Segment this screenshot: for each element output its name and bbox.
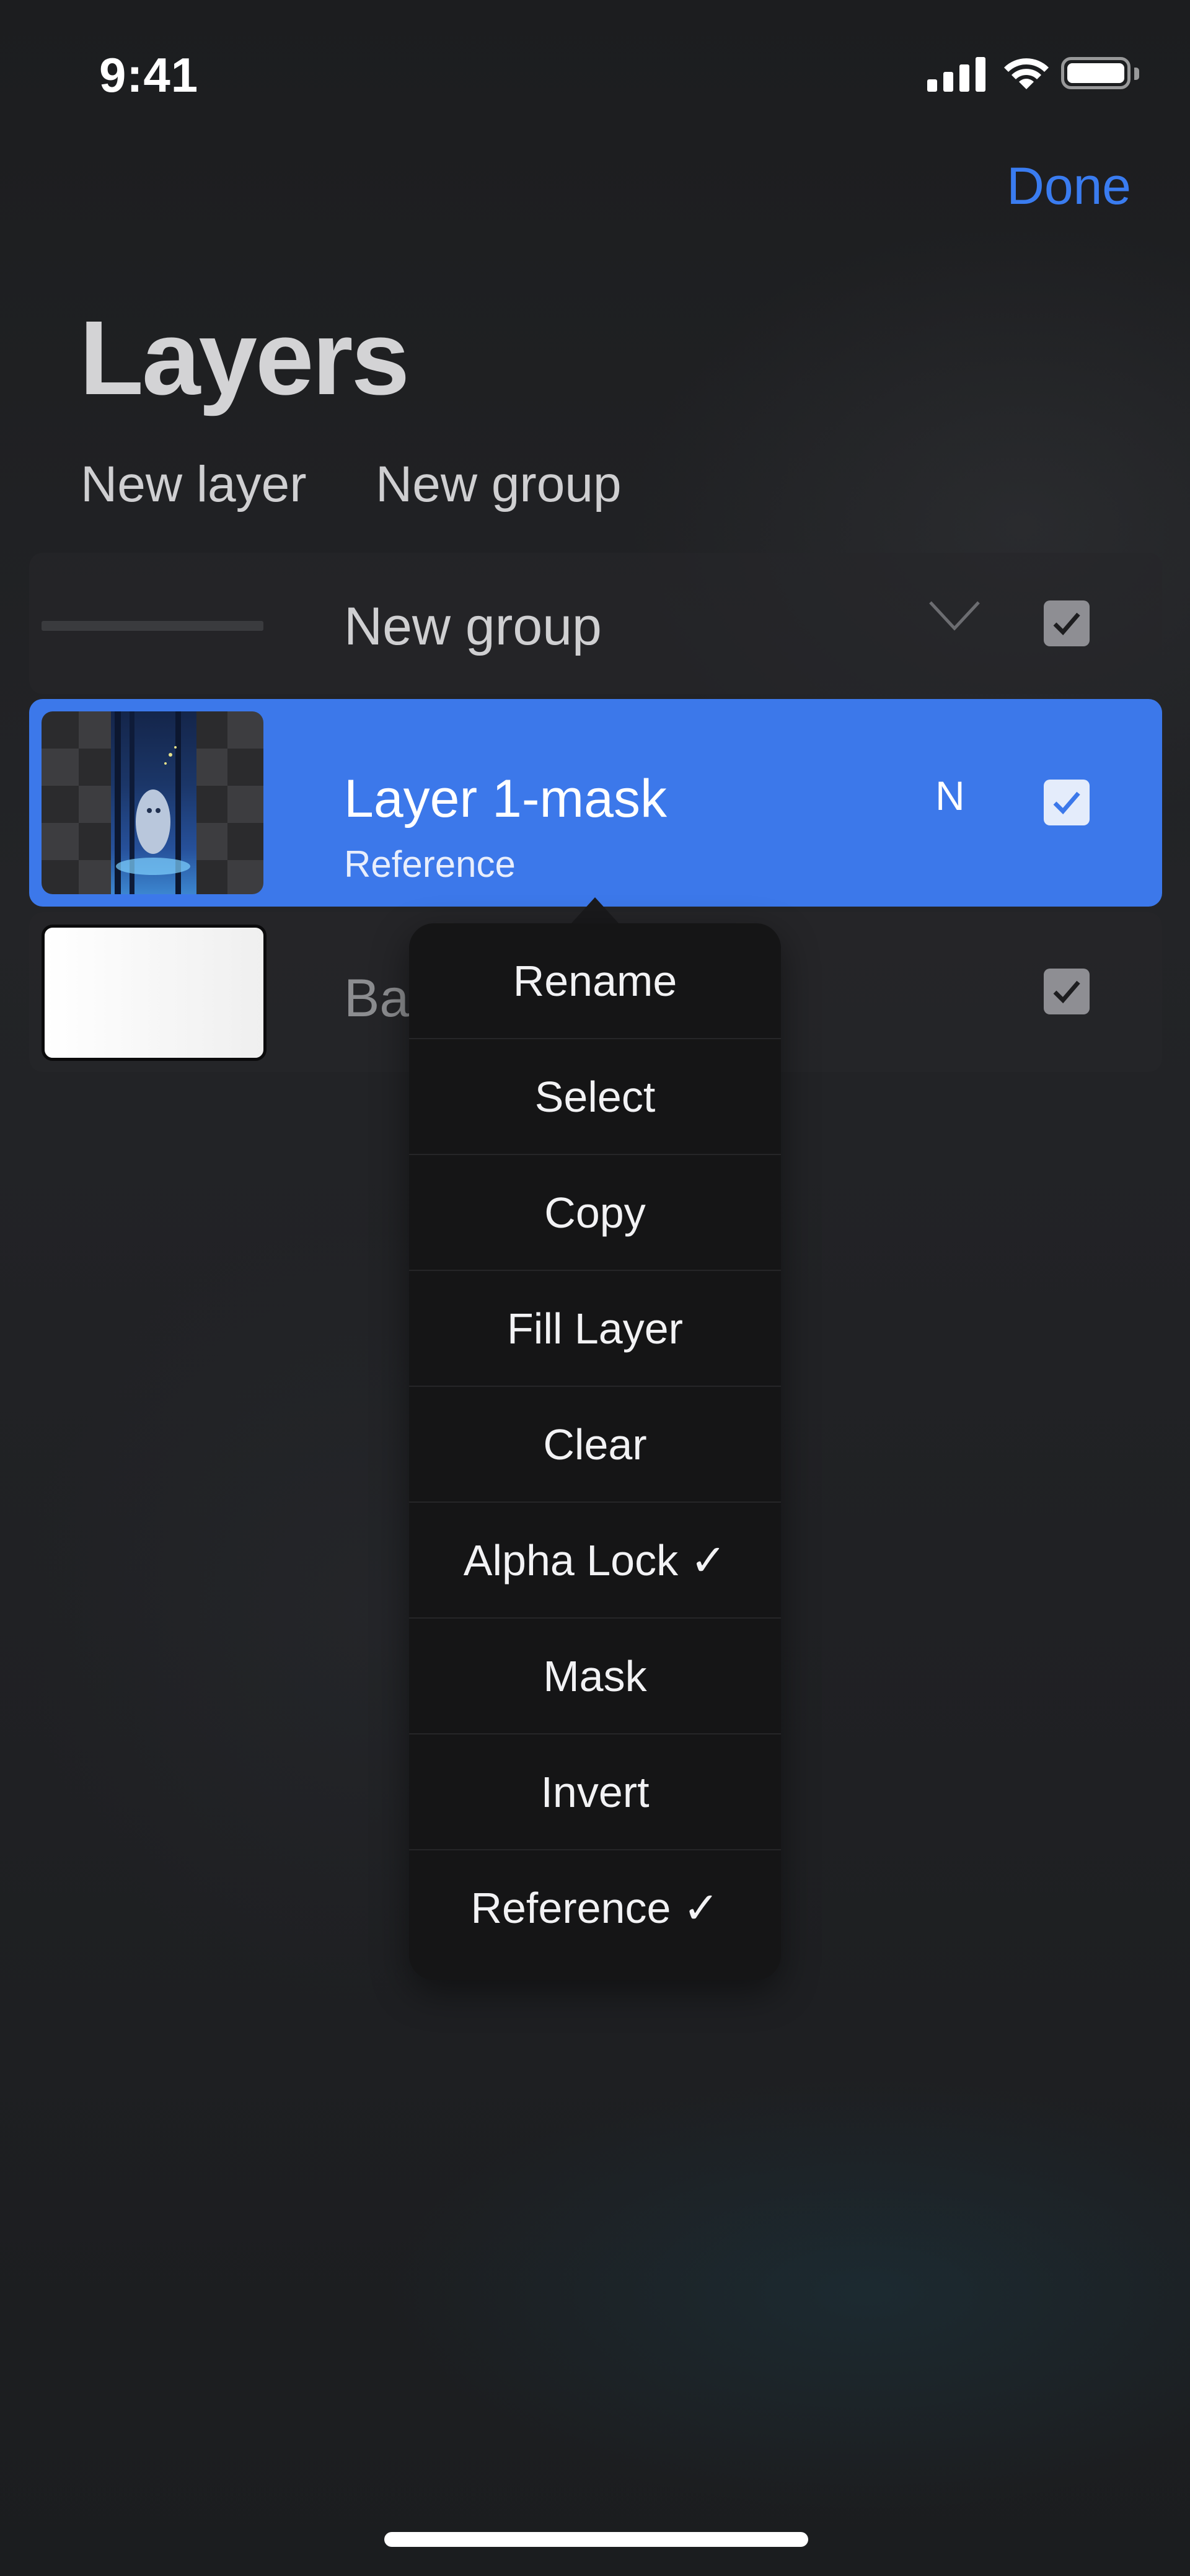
wifi-icon	[1004, 58, 1049, 89]
checkmark-icon	[1053, 791, 1080, 815]
menu-item-invert[interactable]: Invert	[409, 1734, 781, 1850]
page-title: Layers	[79, 299, 410, 417]
visibility-checkbox[interactable]	[1044, 969, 1090, 1014]
menu-item-rename[interactable]: Rename	[409, 923, 781, 1039]
layer-thumbnail	[42, 925, 267, 1061]
menu-item-alpha-lock[interactable]: Alpha Lock ✓	[409, 1503, 781, 1619]
chevron-down-icon[interactable]	[928, 597, 981, 635]
artwork-thumbnail	[111, 711, 196, 894]
new-group-button[interactable]: New group	[376, 455, 622, 514]
layer-row-group[interactable]: New group	[29, 553, 1162, 694]
status-icons	[927, 55, 1143, 92]
new-layer-button[interactable]: New layer	[81, 455, 307, 514]
menu-item-copy[interactable]: Copy	[409, 1155, 781, 1271]
menu-item-select[interactable]: Select	[409, 1039, 781, 1155]
checkmark-icon	[1053, 980, 1080, 1004]
menu-item-mask[interactable]: Mask	[409, 1619, 781, 1734]
checkmark-icon	[1053, 612, 1080, 636]
layer-name: Layer 1-mask	[344, 769, 667, 829]
layer-subtitle: Reference	[344, 843, 516, 885]
status-time: 9:41	[99, 48, 199, 102]
layer-row-selected[interactable]: Layer 1-mask Reference N	[29, 699, 1162, 907]
done-button[interactable]: Done	[1007, 156, 1131, 216]
menu-item-clear[interactable]: Clear	[409, 1387, 781, 1503]
home-indicator[interactable]	[384, 2532, 808, 2547]
battery-icon	[1061, 57, 1130, 89]
context-menu-arrow	[570, 897, 620, 925]
group-thumbnail	[42, 621, 263, 631]
menu-item-reference[interactable]: Reference ✓	[409, 1850, 781, 1966]
blend-mode-button[interactable]: N	[935, 772, 965, 819]
visibility-checkbox[interactable]	[1044, 600, 1090, 646]
context-menu: Rename Select Copy Fill Layer Clear Alph…	[409, 923, 781, 1980]
layer-thumbnail	[42, 711, 263, 894]
menu-item-fill-layer[interactable]: Fill Layer	[409, 1271, 781, 1387]
visibility-checkbox[interactable]	[1044, 780, 1090, 825]
layer-name: New group	[344, 597, 602, 656]
